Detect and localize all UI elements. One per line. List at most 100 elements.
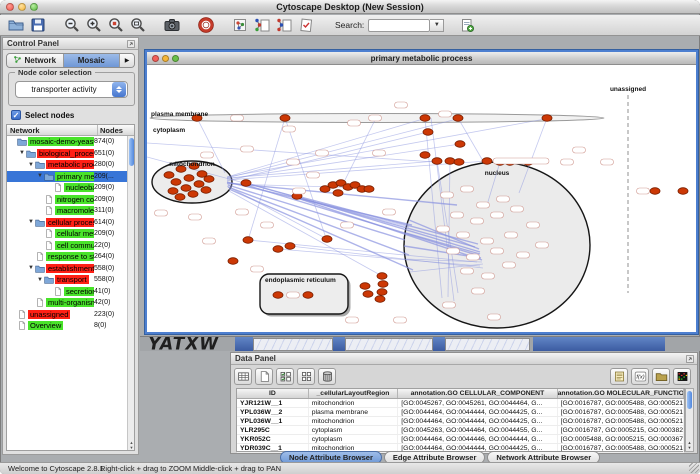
tree-row[interactable]: cellular metabo209(0) bbox=[7, 228, 127, 240]
tree-row[interactable]: ▼primary metabo209(... bbox=[7, 171, 127, 183]
zoom-selected[interactable] bbox=[107, 16, 125, 34]
background-window-frame[interactable] bbox=[533, 337, 665, 351]
save[interactable] bbox=[29, 16, 47, 34]
network-node[interactable] bbox=[243, 237, 253, 244]
network-node[interactable] bbox=[650, 188, 660, 195]
network-edge[interactable] bbox=[458, 118, 483, 161]
network-node[interactable] bbox=[164, 172, 174, 179]
disclosure-triangle-icon[interactable]: ▼ bbox=[18, 150, 26, 156]
folder-icon[interactable] bbox=[652, 368, 670, 385]
select-attr-icon[interactable] bbox=[276, 368, 294, 385]
search-input[interactable] bbox=[368, 19, 430, 32]
import-network-icon[interactable] bbox=[253, 16, 271, 34]
tree-row[interactable]: secretion41(0) bbox=[7, 286, 127, 298]
import-table-icon[interactable] bbox=[275, 16, 293, 34]
tab-overflow-arrow-icon[interactable]: ▶ bbox=[120, 54, 134, 67]
network-node[interactable] bbox=[423, 129, 433, 136]
network-window-titlebar[interactable]: primary metabolic process bbox=[147, 52, 696, 65]
new-doc-icon[interactable] bbox=[255, 368, 273, 385]
table-row[interactable]: YPL036W__2plasma membrane[GO:0044464, GO… bbox=[237, 408, 684, 417]
background-window-frame[interactable] bbox=[433, 337, 445, 351]
network-node[interactable] bbox=[228, 258, 238, 265]
vizmapper-icon[interactable] bbox=[297, 16, 315, 34]
network-edge[interactable] bbox=[227, 119, 423, 177]
tree-row[interactable]: ▼transport558(0) bbox=[7, 274, 127, 286]
matrix-icon[interactable] bbox=[297, 368, 315, 385]
background-window-preview[interactable] bbox=[345, 338, 433, 351]
table-row[interactable]: YLR295Ccytoplasm[GO:0045263, GO:0044464,… bbox=[237, 426, 684, 435]
network-node[interactable] bbox=[678, 188, 688, 195]
disclosure-triangle-icon[interactable]: ▼ bbox=[36, 173, 44, 179]
formula-icon[interactable]: f(x) bbox=[631, 368, 649, 385]
tab-network[interactable]: Network bbox=[7, 54, 64, 67]
table-scrollbar-arrows-icon[interactable]: ▲▼ bbox=[686, 440, 693, 450]
table-column-header[interactable]: annotation.GO CELLULAR_COMPONENT bbox=[398, 389, 557, 398]
network-node[interactable] bbox=[273, 246, 283, 253]
background-window-frame[interactable] bbox=[235, 337, 253, 351]
table-icon[interactable] bbox=[234, 368, 252, 385]
tree-row[interactable]: unassigned223(0) bbox=[7, 309, 127, 321]
table-column-header[interactable]: ID bbox=[237, 389, 309, 398]
network-node[interactable] bbox=[377, 289, 387, 296]
network-node[interactable] bbox=[201, 187, 211, 194]
background-window-preview[interactable] bbox=[253, 338, 333, 351]
heatmap-icon[interactable] bbox=[673, 368, 691, 385]
camera[interactable] bbox=[163, 16, 181, 34]
tree-row[interactable]: macromolecule311(0) bbox=[7, 205, 127, 217]
network-node[interactable] bbox=[273, 292, 283, 299]
tree-row[interactable]: ▼biological_process651(0) bbox=[7, 148, 127, 160]
net-close-button[interactable] bbox=[152, 55, 159, 62]
layout-icon[interactable] bbox=[231, 16, 249, 34]
tree-column-network[interactable]: Network bbox=[7, 125, 98, 135]
network-canvas[interactable]: plasma membranecytoplasmmitochondrionnuc… bbox=[147, 65, 696, 332]
network-node[interactable] bbox=[453, 115, 463, 122]
network-node[interactable] bbox=[285, 243, 295, 250]
network-node[interactable] bbox=[171, 179, 181, 186]
network-node[interactable] bbox=[378, 281, 388, 288]
network-node[interactable] bbox=[445, 158, 455, 165]
network-node[interactable] bbox=[455, 141, 465, 148]
tree-row[interactable]: ▼cellular process614(0) bbox=[7, 217, 127, 229]
network-node[interactable] bbox=[204, 176, 214, 183]
table-row[interactable]: YPL036W__1mitochondrion[GO:0044464, GO:0… bbox=[237, 417, 684, 426]
network-node[interactable] bbox=[420, 152, 430, 159]
network-node[interactable] bbox=[432, 158, 442, 165]
float-panel-icon[interactable] bbox=[126, 39, 136, 49]
node-color-dropdown[interactable]: transporter activity bbox=[15, 81, 128, 98]
table-row[interactable]: YKR052Ccytoplasm[GO:0044464, GO:0044446,… bbox=[237, 435, 684, 444]
network-node[interactable] bbox=[542, 115, 552, 122]
minimize-button[interactable] bbox=[18, 3, 26, 11]
network-node[interactable] bbox=[363, 291, 373, 298]
resize-grip[interactable] bbox=[689, 463, 699, 473]
table-scrollbar-thumb[interactable] bbox=[687, 391, 692, 409]
zoom-in[interactable] bbox=[85, 16, 103, 34]
select-nodes-checkbox[interactable]: ✓ bbox=[11, 110, 21, 120]
tree-row[interactable]: ▼metabolic process280(0) bbox=[7, 159, 127, 171]
trash-icon[interactable] bbox=[318, 368, 336, 385]
float-panel-icon[interactable] bbox=[685, 354, 695, 364]
network-node[interactable] bbox=[181, 185, 191, 192]
disclosure-triangle-icon[interactable]: ▼ bbox=[36, 277, 44, 283]
table-row[interactable]: YJR121W__1mitochondrion[GO:0045267, GO:0… bbox=[237, 399, 684, 408]
net-zoom-button[interactable] bbox=[172, 55, 179, 62]
network-node[interactable] bbox=[360, 283, 370, 290]
network-edge[interactable] bbox=[227, 119, 457, 178]
network-node[interactable] bbox=[188, 191, 198, 198]
zoom-fit[interactable] bbox=[129, 16, 147, 34]
background-window-frame[interactable] bbox=[333, 337, 345, 351]
tree-row[interactable]: ▼establishment of lo558(0) bbox=[7, 263, 127, 275]
tree-scrollbar-arrows-icon[interactable]: ▲▼ bbox=[128, 440, 135, 450]
tree-row[interactable]: nucleobase-209(0) bbox=[7, 182, 127, 194]
disclosure-triangle-icon[interactable]: ▼ bbox=[27, 219, 35, 225]
network-edge[interactable] bbox=[228, 185, 405, 240]
background-window-preview[interactable] bbox=[445, 338, 530, 351]
network-node[interactable] bbox=[241, 180, 251, 187]
table-column-header[interactable]: _cellularLayoutRegion bbox=[309, 389, 399, 398]
network-node[interactable] bbox=[184, 175, 194, 182]
tree-column-nodes[interactable]: Nodes bbox=[98, 125, 134, 135]
import-annotation-icon[interactable] bbox=[458, 16, 476, 34]
tree-row[interactable]: mosaic-demo-yeast874(0) bbox=[7, 136, 127, 148]
network-node[interactable] bbox=[194, 181, 204, 188]
tree-row[interactable]: cell communicat22(0) bbox=[7, 240, 127, 252]
tree-scrollbar[interactable]: ▲▼ bbox=[127, 136, 134, 450]
